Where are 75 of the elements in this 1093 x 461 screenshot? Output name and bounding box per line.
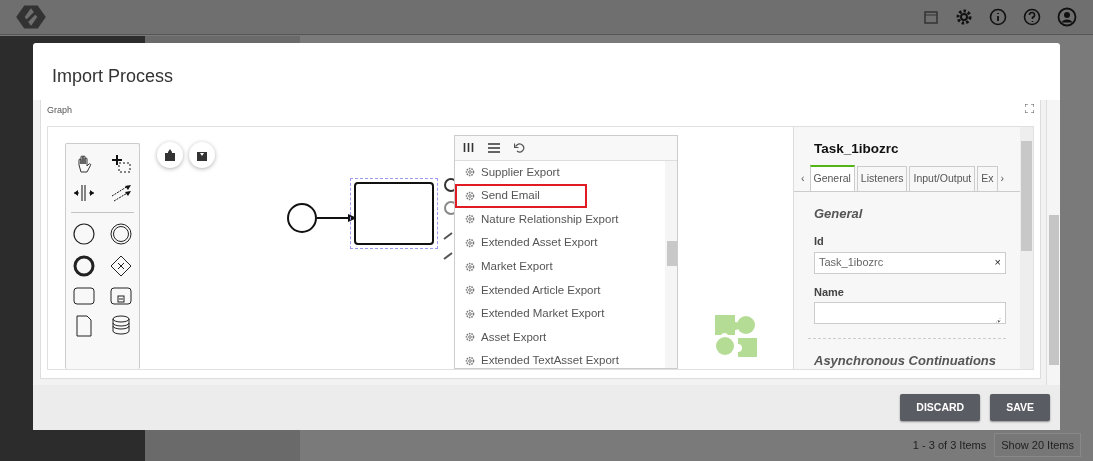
dialog-title: Import Process (52, 66, 174, 86)
sequence-flow-arrow[interactable] (317, 212, 357, 223)
gear-icon (465, 214, 475, 225)
discard-button[interactable]: DISCARD (900, 393, 981, 422)
tab[interactable]: Ex (977, 165, 998, 191)
double-circle-icon[interactable] (109, 222, 132, 245)
tab[interactable]: Input/Output (909, 165, 976, 191)
field-value: Task_1ibozrc (819, 255, 884, 271)
item-count: 1 - 3 of 3 Items (912, 437, 987, 453)
start-event-shape[interactable] (286, 201, 318, 234)
thick-circle-icon[interactable] (73, 254, 96, 277)
page-size-button[interactable]: Show 20 Items (994, 432, 1081, 457)
scrollbar[interactable] (1046, 100, 1060, 385)
save-button[interactable]: SAVE (990, 393, 1050, 422)
list-item[interactable]: Supplier Export (455, 160, 665, 185)
import-button[interactable] (189, 141, 215, 168)
id-field[interactable]: Task_1ibozrc × (814, 251, 1006, 274)
menu-icon[interactable] (488, 142, 500, 153)
scrollbar[interactable] (1020, 126, 1033, 369)
split-arrows-icon[interactable] (73, 183, 96, 202)
gear-icon (465, 261, 475, 272)
selection-icon[interactable] (109, 153, 132, 174)
scroll-thumb[interactable] (667, 240, 677, 266)
gear-icon (465, 332, 475, 343)
upload-icon (165, 148, 175, 161)
logo-icon (16, 5, 46, 29)
gear-icon (465, 285, 475, 296)
rounded-rect-icon[interactable] (73, 286, 96, 305)
document-icon[interactable] (75, 314, 94, 337)
circle-icon[interactable] (73, 222, 96, 245)
gear-icon (465, 238, 475, 249)
resize-handle-icon[interactable] (995, 317, 1001, 323)
diagram-canvas[interactable]: Supplier Export Send Email Nature Relationship Export Extended Asset Export Market Export Extended Article Export Extended Market Export Asset Export Extended TextAsset Export (48, 126, 793, 369)
settings-icon[interactable] (955, 8, 973, 26)
refresh-icon[interactable] (514, 142, 525, 153)
subprocess-icon[interactable] (109, 286, 132, 305)
field-label: Id (813, 234, 825, 249)
gear-icon (465, 167, 475, 178)
context-pad-drawing[interactable] (442, 176, 454, 262)
list-item[interactable]: Extended Asset Export (455, 231, 665, 255)
list-item[interactable]: Extended TextAsset Export (455, 349, 665, 368)
gear-icon (465, 308, 475, 319)
user-icon[interactable] (1057, 7, 1077, 27)
name-field[interactable] (814, 302, 1006, 324)
section-heading: Asynchronous Continuations (814, 353, 996, 368)
columns-icon[interactable] (463, 142, 474, 153)
list-item[interactable]: Send Email (455, 184, 587, 208)
export-button[interactable] (157, 141, 183, 168)
scroll-thumb[interactable] (1049, 215, 1059, 365)
list-item[interactable]: Extended Article Export (455, 278, 665, 303)
help-icon[interactable] (1023, 8, 1041, 26)
database-icon[interactable] (110, 314, 131, 335)
scrollbar[interactable] (665, 160, 677, 368)
gear-icon (465, 356, 475, 367)
gear-icon (465, 190, 475, 201)
previous-tab-arrow[interactable]: ‹ (798, 166, 808, 191)
info-icon[interactable] (989, 8, 1007, 26)
section-heading: General (814, 205, 863, 221)
puzzle-gear-logo-icon (715, 314, 757, 357)
tab[interactable]: General (809, 164, 855, 191)
list-item[interactable]: Nature Relationship Export (455, 207, 665, 232)
panel-label: Graph (47, 104, 72, 117)
next-tab-arrow[interactable]: › (999, 166, 1006, 191)
tab[interactable]: Listeners (856, 165, 908, 191)
task-shape[interactable] (350, 177, 438, 249)
element-id-title: Task_1ibozrc (814, 140, 899, 156)
field-label: Name (813, 284, 845, 300)
connect-arrows-icon[interactable] (109, 183, 132, 202)
list-item[interactable]: Market Export (455, 254, 665, 279)
scroll-thumb[interactable] (1021, 140, 1032, 251)
diamond-icon[interactable] (109, 254, 132, 277)
clear-button[interactable]: × (994, 254, 1001, 271)
list-item[interactable]: Asset Export (455, 325, 665, 350)
list-item[interactable]: Extended Market Export (455, 302, 665, 326)
fullscreen-icon[interactable] (1025, 104, 1034, 113)
